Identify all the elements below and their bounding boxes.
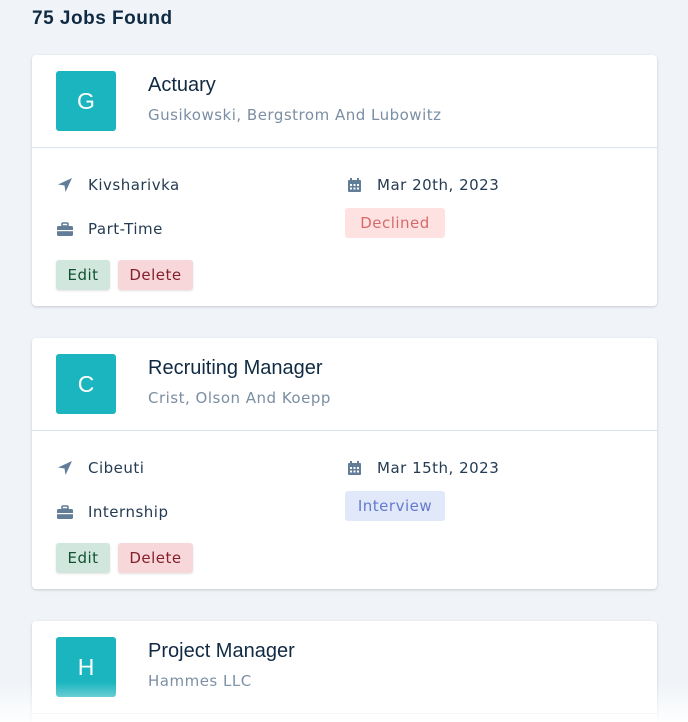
briefcase-icon [56,503,74,521]
company-name: Crist, Olson And Koepp [148,389,331,407]
job-type-text: Internship [88,503,169,521]
job-type: Internship [56,503,168,521]
job-card-header: C Recruiting Manager Crist, Olson And Ko… [32,338,657,431]
job-date: Mar 20th, 2023 [345,176,499,194]
company-name: Gusikowski, Bergstrom And Lubowitz [148,106,442,124]
calendar-icon [345,459,363,477]
company-avatar: C [56,354,116,414]
status-badge: Interview [345,491,445,521]
briefcase-icon [56,220,74,238]
location-arrow-icon [56,176,74,194]
job-date-text: Mar 15th, 2023 [377,459,500,477]
job-card-body: Cibeuti Mar 15th, 2023 Internship Interv… [32,431,657,589]
job-location: Cibeuti [56,459,144,477]
edit-button[interactable]: Edit [56,543,110,573]
company-avatar: G [56,71,116,131]
calendar-icon [345,176,363,194]
delete-button[interactable]: Delete [118,543,193,573]
job-card-body: Kivsharivka Mar 20th, 2023 Part-Time Dec… [32,148,657,306]
bottom-fade [0,682,688,722]
location-arrow-icon [56,459,74,477]
job-location-text: Cibeuti [88,459,145,477]
job-title: Actuary [148,74,216,96]
jobs-count-heading: 75 Jobs Found [32,8,173,29]
job-card: C Recruiting Manager Crist, Olson And Ko… [32,338,657,589]
job-title: Recruiting Manager [148,357,323,379]
job-date-text: Mar 20th, 2023 [377,176,500,194]
job-location-text: Kivsharivka [88,176,180,194]
status-badge: Declined [345,208,445,238]
job-title: Project Manager [148,640,295,662]
job-type-text: Part-Time [88,220,163,238]
job-card: G Actuary Gusikowski, Bergstrom And Lubo… [32,55,657,306]
job-card-header: G Actuary Gusikowski, Bergstrom And Lubo… [32,55,657,148]
job-location: Kivsharivka [56,176,180,194]
job-type: Part-Time [56,220,163,238]
edit-button[interactable]: Edit [56,260,110,290]
delete-button[interactable]: Delete [118,260,193,290]
job-date: Mar 15th, 2023 [345,459,499,477]
